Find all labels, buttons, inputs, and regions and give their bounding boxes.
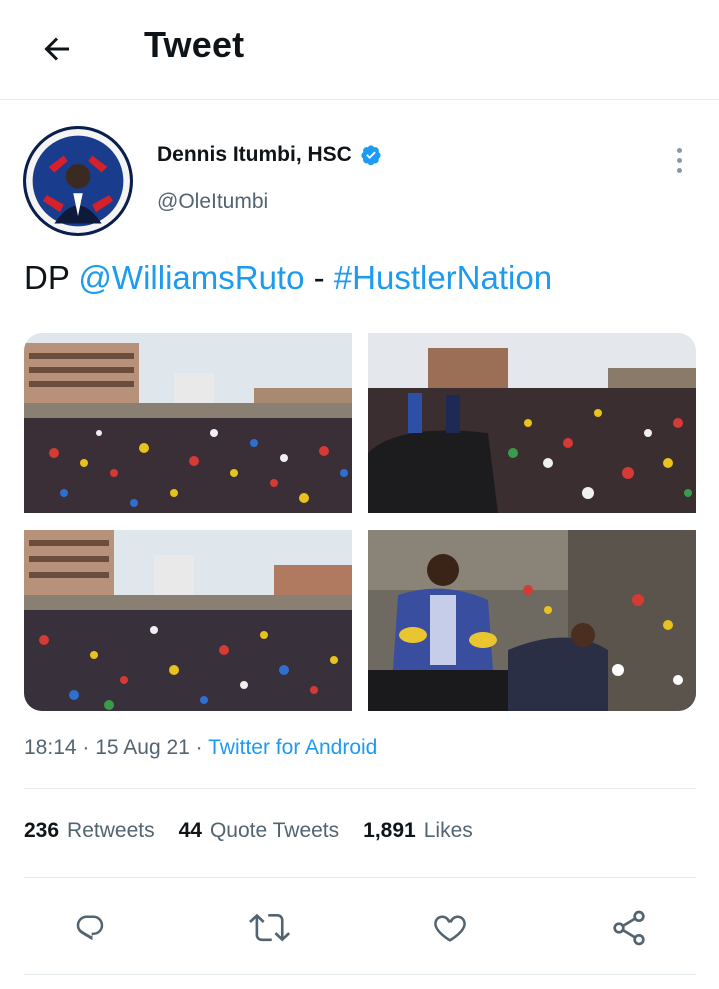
tweet-meta: 18:14 · 15 Aug 21 · Twitter for Android [24,736,378,759]
divider [24,974,696,975]
back-button[interactable] [30,22,84,76]
retweets-label: Retweets [67,819,155,842]
tweet-text: DP @WilliamsRuto - #HustlerNation [24,259,552,297]
retweets-count: 236 [24,819,60,842]
like-button[interactable] [428,906,472,950]
tweet-prefix: DP [24,259,79,296]
author-name[interactable]: Dennis Itumbi, HSC [157,143,352,167]
retweet-icon [249,913,291,942]
top-bar: Tweet [0,0,719,100]
media-photo-3[interactable] [24,530,352,711]
mention-link[interactable]: @WilliamsRuto [78,259,304,296]
author-handle[interactable]: @OleItumbi [157,190,268,214]
media-photo-2[interactable] [368,333,696,513]
share-icon [613,910,645,946]
retweets-stat[interactable]: 236 Retweets [24,819,155,843]
reply-button[interactable] [68,906,112,950]
divider [24,877,696,878]
retweet-button[interactable] [248,906,292,950]
quote-tweets-stat[interactable]: 44 Quote Tweets [179,819,340,843]
media-grid [24,333,696,711]
likes-count: 1,891 [363,819,416,842]
action-bar [0,900,719,956]
likes-label: Likes [423,819,473,842]
more-button[interactable] [664,140,694,180]
avatar[interactable] [23,126,133,236]
verified-badge-icon [361,145,381,166]
share-button[interactable] [607,906,651,950]
tweet-separator: - [304,259,334,296]
page-title: Tweet [144,24,245,65]
more-icon [676,147,682,153]
media-photo-4[interactable] [368,530,696,711]
tweet-date: 15 Aug 21 [95,736,190,759]
quote-tweets-label: Quote Tweets [209,819,340,842]
hashtag-link[interactable]: #HustlerNation [334,259,552,296]
like-icon [434,915,466,942]
arrow-left-icon [44,37,69,61]
likes-stat[interactable]: 1,891 Likes [363,819,473,843]
engagement-stats: 236 Retweets 44 Quote Tweets 1,891 Likes [24,819,497,843]
divider [24,788,696,789]
author-name-row[interactable]: Dennis Itumbi, HSC [157,143,382,167]
reply-icon [76,915,104,941]
source-link[interactable]: Twitter for Android [208,736,377,759]
quote-tweets-count: 44 [178,819,202,842]
media-photo-1[interactable] [24,333,352,513]
tweet-time: 18:14 [24,736,77,759]
